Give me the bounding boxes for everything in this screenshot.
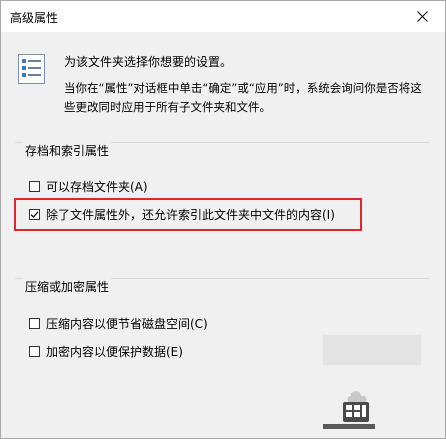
encrypt-checkbox[interactable]	[29, 346, 40, 357]
checkmark-icon	[30, 210, 39, 219]
details-button[interactable]	[323, 335, 421, 365]
encrypt-checkbox-row[interactable]: 加密内容以便保护数据(E)	[29, 343, 183, 360]
close-icon	[416, 11, 428, 22]
close-button[interactable]	[399, 1, 445, 32]
archive-group-title: 存档和索引属性	[23, 142, 112, 159]
window-title: 高级属性	[10, 11, 59, 25]
advanced-attributes-dialog: 高级属性 为该文件夹选择你想要的设置。 当你在“属性”对话框中单击“确定”或“应…	[0, 0, 446, 439]
compress-group-title: 压缩或加密属性	[23, 278, 112, 295]
archive-checkbox-row[interactable]: 可以存档文件夹(A)	[29, 178, 148, 195]
index-content-checkbox-row[interactable]: 除了文件属性外，还允许索引此文件夹中文件的内容(I)	[29, 206, 335, 223]
encrypt-checkbox-label: 加密内容以便保护数据(E)	[46, 345, 183, 359]
index-content-checkbox[interactable]	[29, 209, 40, 220]
compress-checkbox-label: 压缩内容以便节省磁盘空间(C)	[46, 317, 208, 331]
archive-checkbox[interactable]	[29, 181, 40, 192]
index-content-checkbox-label: 除了文件属性外，还允许索引此文件夹中文件的内容(I)	[46, 208, 335, 222]
title-bar[interactable]: 高级属性	[1, 1, 445, 32]
watermark-logo-icon	[313, 386, 385, 431]
compress-checkbox-row[interactable]: 压缩内容以便节省磁盘空间(C)	[29, 315, 208, 332]
intro-text: 为该文件夹选择你想要的设置。	[64, 55, 233, 69]
compress-checkbox[interactable]	[29, 318, 40, 329]
properties-list-icon	[17, 53, 47, 85]
intro-note: 当你在“属性”对话框中单击“确定”或“应用”时，系统会询问你是否将这些更改同时应…	[64, 81, 422, 114]
archive-checkbox-label: 可以存档文件夹(A)	[46, 180, 148, 194]
